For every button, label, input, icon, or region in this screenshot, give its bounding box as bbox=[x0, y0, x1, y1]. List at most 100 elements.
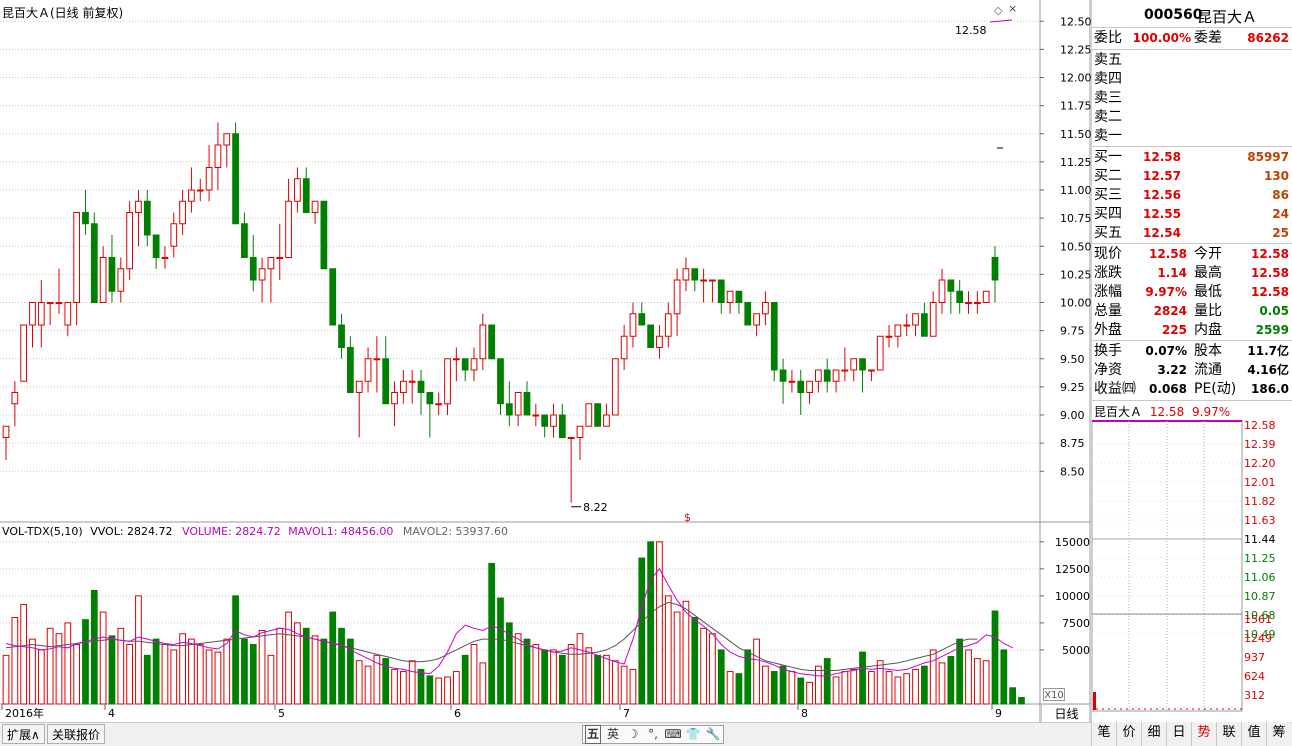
candle-body bbox=[249, 257, 257, 281]
buy-label: 买四 bbox=[1094, 206, 1122, 222]
expand-button[interactable]: 扩展∧ bbox=[2, 724, 45, 744]
candle-body bbox=[744, 302, 752, 326]
x-tick-label: 6 bbox=[454, 707, 461, 720]
price-tick-label: 11.50 bbox=[1060, 128, 1092, 141]
volume-bar bbox=[735, 673, 743, 705]
volume-bar bbox=[576, 633, 584, 705]
ime-settings-icon[interactable]: 🔧 bbox=[703, 726, 723, 743]
sell-row-3[interactable]: 卖三 bbox=[1092, 89, 1292, 108]
mini-price-label: 12.20 bbox=[1244, 457, 1276, 470]
volume-bar bbox=[938, 662, 946, 705]
right-tab-6[interactable]: 值 bbox=[1241, 722, 1266, 746]
volume-bar bbox=[753, 638, 760, 705]
candle-body bbox=[779, 369, 787, 382]
buy-price: 12.56 bbox=[1143, 188, 1181, 202]
right-tab-7[interactable]: 筹 bbox=[1266, 722, 1291, 746]
chart-title: 昆百大Ａ(日线 前复权) bbox=[2, 6, 124, 20]
sell-row-1[interactable]: 卖一 bbox=[1092, 127, 1292, 146]
volume-bar bbox=[523, 638, 531, 705]
volume-bar bbox=[788, 671, 796, 705]
candle-body bbox=[576, 425, 584, 438]
ime-halfwidth-icon[interactable]: ☽ bbox=[623, 726, 643, 743]
price-tick-label: 10.25 bbox=[1060, 268, 1092, 281]
volume-bar bbox=[541, 649, 549, 705]
stock-name: 昆百大Ａ bbox=[1197, 8, 1258, 26]
ime-english-icon[interactable]: 英 bbox=[603, 726, 623, 743]
sell-row-4[interactable]: 卖四 bbox=[1092, 70, 1292, 89]
buy-price: 12.55 bbox=[1143, 207, 1181, 221]
candle-body bbox=[815, 369, 822, 382]
right-tab-0[interactable]: 笔 bbox=[1091, 722, 1116, 746]
volume-bar bbox=[815, 665, 822, 705]
sell-row-5[interactable]: 卖五 bbox=[1092, 51, 1292, 70]
candle-body bbox=[55, 302, 63, 304]
candle-body bbox=[788, 380, 796, 383]
buy-row-2[interactable]: 买二 12.57 130 bbox=[1092, 167, 1292, 186]
right-tab-4[interactable]: 势 bbox=[1191, 722, 1216, 746]
ime-wubi-icon[interactable]: 五 bbox=[585, 725, 601, 744]
candle-body bbox=[956, 290, 964, 303]
right-tab-1[interactable]: 价 bbox=[1116, 722, 1141, 746]
mini-price-label: 12.39 bbox=[1244, 438, 1276, 451]
candle-body bbox=[991, 257, 999, 281]
weicha-label: 委差 bbox=[1194, 30, 1222, 46]
close-icon[interactable]: × bbox=[1008, 2, 1017, 15]
ime-toolbar[interactable]: 五 英 ☽ °, ⌨ 👕 🔧 bbox=[582, 725, 724, 744]
buy-row-5[interactable]: 买五 12.54 25 bbox=[1092, 224, 1292, 243]
candle-body bbox=[452, 358, 460, 361]
vol-indicator-name: VOL-TDX(5,10) bbox=[2, 525, 83, 538]
volume-bar bbox=[912, 668, 919, 705]
volume-tick-label: 5000 bbox=[1062, 644, 1090, 657]
volume-bar bbox=[161, 644, 169, 705]
buy-row-4[interactable]: 买四 12.55 24 bbox=[1092, 205, 1292, 224]
volume-bar bbox=[391, 668, 398, 705]
candle-body bbox=[479, 324, 487, 360]
right-tab-3[interactable]: 日 bbox=[1166, 722, 1191, 746]
candle-body bbox=[859, 358, 866, 371]
candle-body bbox=[302, 178, 310, 213]
weibi-value: 100.00% bbox=[1132, 31, 1191, 45]
price-tick-label: 10.50 bbox=[1060, 240, 1092, 253]
stat-value: 0.05 bbox=[1259, 304, 1289, 318]
related-quote-tab[interactable]: 关联报价 bbox=[47, 724, 106, 744]
period-button[interactable]: 日线 bbox=[1041, 704, 1091, 722]
volume-bar bbox=[408, 660, 416, 705]
stat-value: 9.97% bbox=[1145, 285, 1187, 299]
mini-price-label: 12.01 bbox=[1244, 476, 1276, 489]
candle-body bbox=[726, 290, 734, 303]
intraday-mini-chart[interactable]: 12.58 12.39 12.20 12.01 11.82 11.63 11.44 11.25… bbox=[1092, 418, 1292, 722]
volume-bar bbox=[806, 681, 813, 705]
volume-bar bbox=[294, 622, 301, 705]
candle-body bbox=[355, 380, 363, 393]
stat-value: 225 bbox=[1161, 323, 1187, 337]
sell-row-2[interactable]: 卖二 bbox=[1092, 108, 1292, 127]
volume-bar bbox=[664, 595, 672, 705]
mini-price: 12.58 bbox=[1149, 405, 1185, 419]
candle-body bbox=[2, 425, 10, 438]
volume-bar bbox=[99, 611, 107, 705]
diamond-icon[interactable]: ◇ bbox=[994, 4, 1002, 17]
ime-keyboard-icon[interactable]: ⌨ bbox=[663, 726, 683, 743]
volume-bar bbox=[1000, 649, 1008, 705]
right-tab-2[interactable]: 细 bbox=[1141, 722, 1166, 746]
volume-bar bbox=[452, 671, 460, 705]
ime-skin-icon[interactable]: 👕 bbox=[683, 726, 703, 743]
candle-body bbox=[762, 302, 769, 315]
candle-body bbox=[532, 414, 540, 417]
candle-body bbox=[567, 437, 575, 439]
volume-bar bbox=[444, 676, 451, 705]
volume-bar bbox=[20, 604, 28, 705]
mini-price-label: 11.63 bbox=[1244, 514, 1276, 527]
volume-bar bbox=[152, 638, 160, 705]
candle-body bbox=[514, 392, 522, 416]
candle-body bbox=[620, 335, 628, 360]
buy-row-1[interactable]: 买一 12.58 85997 bbox=[1092, 148, 1292, 167]
buy-row-3[interactable]: 买三 12.56 86 bbox=[1092, 186, 1292, 205]
candle-body bbox=[258, 268, 266, 281]
ime-punctuation-icon[interactable]: °, bbox=[643, 726, 663, 743]
volume-bar bbox=[364, 665, 372, 705]
right-tab-5[interactable]: 联 bbox=[1216, 722, 1241, 746]
volume-bar bbox=[470, 644, 478, 705]
volume-bar bbox=[841, 671, 849, 705]
buy-label: 买五 bbox=[1094, 225, 1122, 241]
